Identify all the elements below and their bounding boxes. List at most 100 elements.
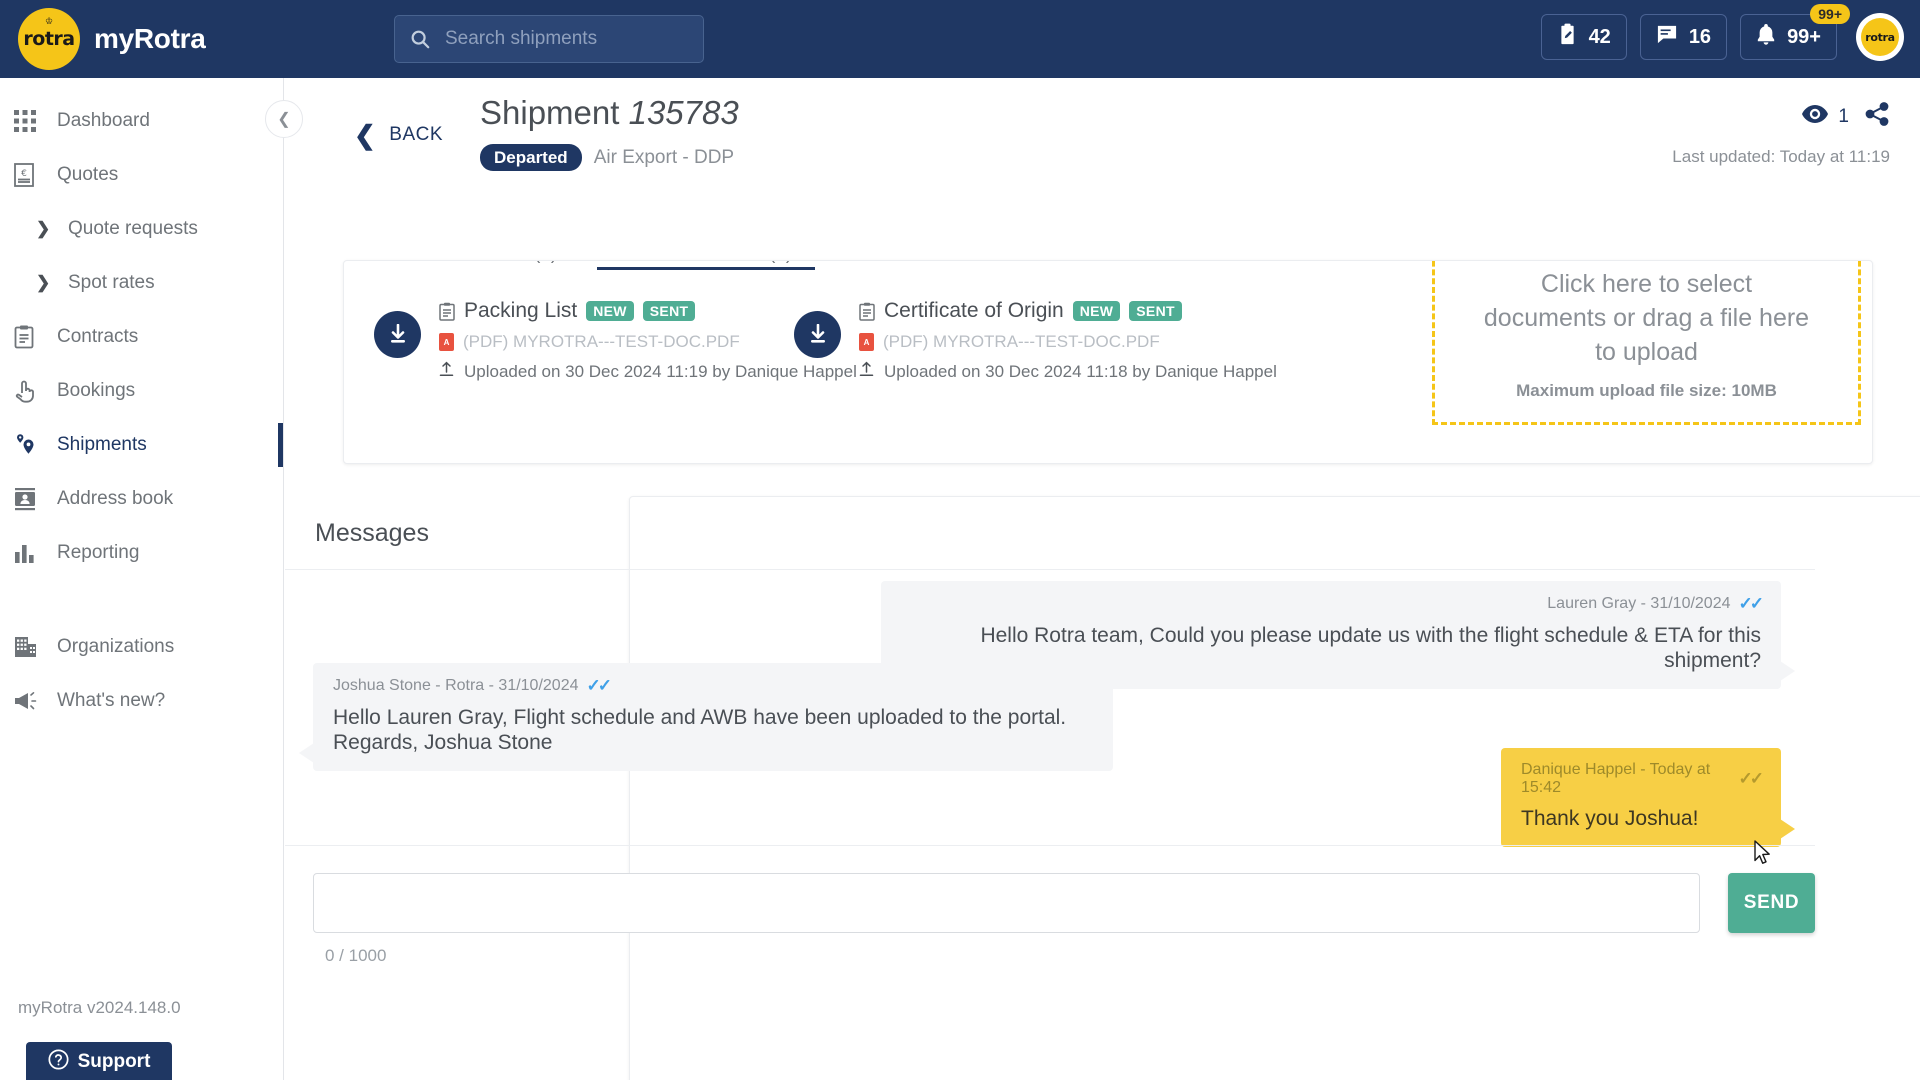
document-tag-new: NEW	[1073, 301, 1121, 321]
message-author-date: Joshua Stone - Rotra - 31/10/2024	[333, 677, 579, 695]
file-upload-dropzone[interactable]: Click here to select documents or drag a…	[1432, 260, 1861, 425]
chevron-right-icon: ❯	[36, 273, 62, 293]
document-row: Certificate of Origin NEW SENT A (PDF) M…	[794, 299, 1277, 382]
support-button[interactable]: Support	[26, 1042, 172, 1080]
shipment-type: Air Export - DDP	[594, 147, 734, 169]
brand-logo-area[interactable]: ♔ rotra myRotra	[18, 8, 206, 70]
page-title: Shipment 135783	[480, 94, 739, 132]
chevron-right-icon: ❯	[36, 219, 62, 239]
page-title-block: Shipment 135783 Departed Air Export - DD…	[480, 94, 739, 171]
search-placeholder: Search shipments	[445, 28, 597, 50]
eye-icon[interactable]	[1802, 105, 1828, 128]
views-count: 1	[1838, 106, 1849, 128]
document-info: Certificate of Origin NEW SENT A (PDF) M…	[859, 299, 1277, 382]
message-compose-area: 0 / 1000 SEND	[285, 845, 1815, 995]
crown-glyph: ♔	[45, 17, 53, 26]
download-button[interactable]	[374, 311, 421, 358]
main-content: ❮ ❮ BACK Shipment 135783 Departed Air Ex…	[284, 78, 1920, 1080]
sidebar-collapse-button[interactable]: ❮	[265, 100, 303, 138]
header-actions: 42 16 99+ 99+ rotra	[1541, 13, 1904, 61]
messages-card-inner: Messages Lauren Gray - 31/10/2024 ✓✓ Hel…	[285, 497, 1815, 1080]
map-pin-icon	[14, 433, 48, 457]
document-filename: (PDF) MYROTRA---TEST-DOC.PDF	[883, 332, 1160, 352]
sidebar-item-label: Bookings	[57, 380, 135, 402]
download-button[interactable]	[794, 311, 841, 358]
document-title[interactable]: Packing List	[464, 299, 577, 323]
sidebar-item-quotes[interactable]: € Quotes	[0, 148, 283, 202]
sidebar-item-reporting[interactable]: Reporting	[0, 526, 283, 580]
message-body: Hello Lauren Gray, Flight schedule and A…	[333, 705, 1093, 755]
sidebar-item-whats-new[interactable]: What's new?	[0, 674, 283, 728]
bell-icon	[1756, 23, 1776, 51]
sidebar-item-dashboard[interactable]: Dashboard	[0, 94, 283, 148]
document-filename: (PDF) MYROTRA---TEST-DOC.PDF	[463, 332, 740, 352]
send-button[interactable]: SEND	[1728, 873, 1815, 933]
sidebar-item-shipments[interactable]: Shipments	[0, 418, 283, 472]
sidebar-item-label: Quote requests	[68, 218, 198, 240]
sidebar-item-label: What's new?	[57, 690, 165, 712]
sidebar-item-bookings[interactable]: Bookings	[0, 364, 283, 418]
document-title-row: Certificate of Origin NEW SENT	[859, 299, 1277, 323]
page-title-prefix: Shipment	[480, 94, 619, 131]
avatar-logo-text: rotra	[1861, 18, 1899, 56]
sidebar-navigation: Dashboard € Quotes ❯ Quote requests ❯ Sp…	[0, 78, 284, 1080]
views-and-share: 1	[1672, 102, 1890, 131]
quote-document-icon: €	[14, 163, 48, 187]
svg-text:€: €	[21, 169, 27, 179]
tab-clipped-count-1[interactable]: (4)	[534, 260, 557, 265]
sidebar-item-label: Address book	[57, 488, 173, 510]
sidebar-item-contracts[interactable]: Contracts	[0, 310, 283, 364]
sidebar-item-label: Contracts	[57, 326, 138, 348]
tasks-button[interactable]: 42	[1541, 14, 1627, 60]
back-button[interactable]: ❮ BACK	[354, 122, 443, 148]
notifications-button[interactable]: 99+ 99+	[1740, 14, 1837, 60]
read-receipt-icon: ✓✓	[1739, 769, 1762, 789]
document-title[interactable]: Certificate of Origin	[884, 299, 1064, 323]
pdf-icon: A	[859, 333, 874, 351]
message-author-date: Danique Happel - Today at 15:42	[1521, 761, 1731, 797]
messages-button[interactable]: 16	[1640, 14, 1727, 60]
sidebar-item-label: Dashboard	[57, 110, 150, 132]
messages-title: Messages	[315, 519, 429, 548]
document-icon	[859, 302, 875, 321]
document-filename-row: A (PDF) MYROTRA---TEST-DOC.PDF	[859, 332, 1277, 352]
sidebar-item-spot-rates[interactable]: ❯ Spot rates	[0, 256, 283, 310]
message-meta: Joshua Stone - Rotra - 31/10/2024 ✓✓	[333, 676, 1093, 696]
rotra-logo-text: rotra	[23, 28, 74, 50]
document-upload-info: Uploaded on 30 Dec 2024 11:18 by Danique…	[884, 362, 1277, 382]
search-input[interactable]: Search shipments	[394, 15, 704, 63]
dropzone-main-text: Click here to select documents or drag a…	[1482, 267, 1812, 369]
sidebar-item-quote-requests[interactable]: ❯ Quote requests	[0, 202, 283, 256]
tasks-count: 42	[1589, 27, 1611, 47]
message-meta: Danique Happel - Today at 15:42 ✓✓	[1521, 761, 1761, 797]
message-icon	[1656, 24, 1678, 50]
contract-clipboard-icon	[14, 325, 48, 349]
address-card-icon	[14, 488, 48, 511]
messages-card: Messages Lauren Gray - 31/10/2024 ✓✓ Hel…	[629, 496, 1920, 1080]
avatar[interactable]: rotra	[1856, 13, 1904, 61]
chevron-left-icon: ❮	[354, 122, 376, 148]
sidebar-item-address-book[interactable]: Address book	[0, 472, 283, 526]
share-icon[interactable]	[1865, 102, 1890, 131]
sidebar-item-organizations[interactable]: Organizations	[0, 620, 283, 674]
megaphone-icon	[14, 691, 48, 711]
grid-icon	[14, 110, 48, 132]
character-counter: 0 / 1000	[325, 946, 386, 966]
sidebar-item-label: Organizations	[57, 636, 174, 658]
upload-icon	[439, 361, 454, 382]
tab-clipped-count-2[interactable]: (2)	[769, 260, 792, 265]
message-input[interactable]	[313, 873, 1700, 933]
sidebar-item-label: Shipments	[57, 434, 147, 456]
sidebar-item-label: Spot rates	[68, 272, 155, 294]
upload-icon	[859, 361, 874, 382]
read-receipt-icon: ✓✓	[587, 676, 610, 696]
page-header-right: 1 Last updated: Today at 11:19	[1672, 102, 1890, 167]
pdf-icon: A	[439, 333, 454, 351]
page-subtitle: Departed Air Export - DDP	[480, 144, 739, 171]
document-tag-new: NEW	[586, 301, 634, 321]
messages-count: 16	[1689, 27, 1711, 47]
messages-list: Lauren Gray - 31/10/2024 ✓✓ Hello Rotra …	[285, 570, 1815, 845]
shipment-number: 135783	[629, 94, 739, 131]
message-meta: Lauren Gray - 31/10/2024 ✓✓	[901, 594, 1761, 614]
sidebar-item-label: Reporting	[57, 542, 139, 564]
